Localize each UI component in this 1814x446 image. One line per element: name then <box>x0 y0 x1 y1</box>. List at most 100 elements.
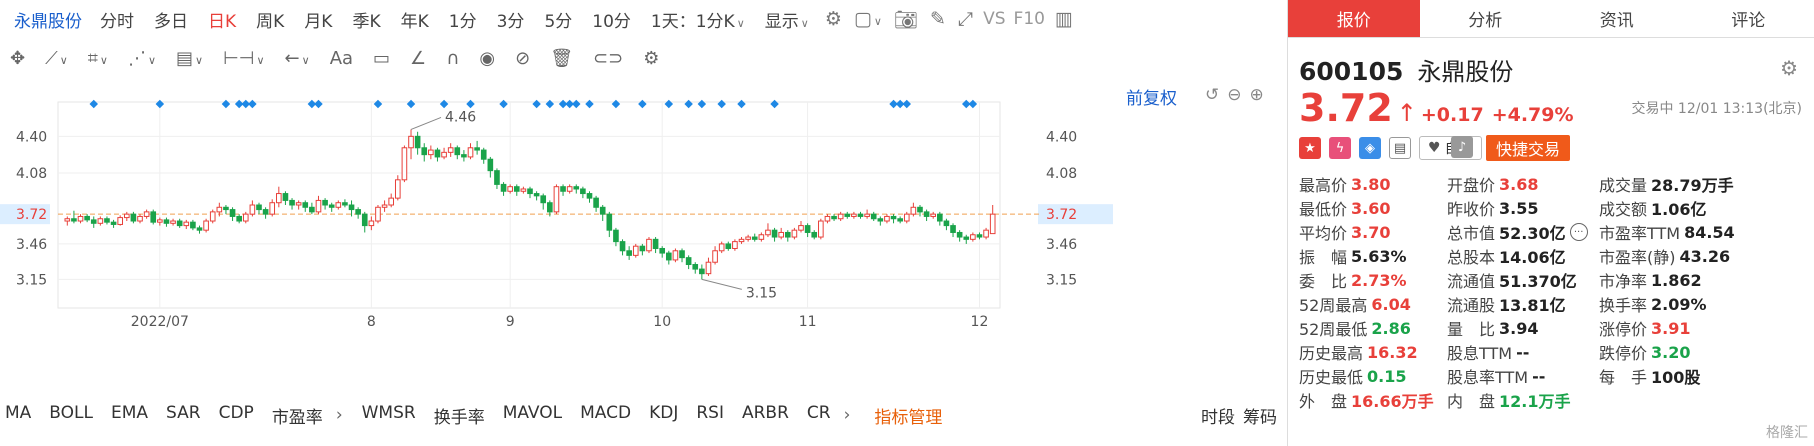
candle-body <box>209 211 216 222</box>
text-icon[interactable]: Aa <box>320 48 363 69</box>
candle-body <box>123 213 130 219</box>
display-menu[interactable]: 显示 ∨ <box>755 7 819 32</box>
event-marker <box>221 99 231 109</box>
indicator-item[interactable]: MA <box>0 403 44 428</box>
candle-body <box>943 220 950 227</box>
indicator-side-item[interactable]: 筹码 <box>1243 403 1277 428</box>
bell-icon[interactable]: ♪ <box>1451 136 1473 158</box>
period-tab[interactable]: 1分 <box>439 7 487 32</box>
candle-body <box>216 206 223 213</box>
period-tab[interactable]: 周K <box>246 7 294 32</box>
period-tab[interactable]: 年K <box>391 7 439 32</box>
eye-icon[interactable]: ◉ <box>469 48 505 69</box>
candle-body <box>547 202 553 213</box>
period-tab[interactable]: 月K <box>294 7 342 32</box>
candle-body <box>361 213 368 227</box>
indicator-item[interactable]: 市盈率 <box>267 403 336 428</box>
stock-name-link[interactable]: 永鼎股份 <box>0 7 90 32</box>
candle-body <box>837 213 844 220</box>
pen-icon[interactable]: ✎ <box>924 8 952 30</box>
indicator-side-item[interactable]: 时段 <box>1201 403 1235 428</box>
link-icon[interactable]: ⊂⊃ <box>583 48 633 69</box>
candle-body <box>930 213 937 217</box>
hide-icon[interactable]: ⊘ <box>505 48 540 69</box>
range-icon[interactable]: ⊢⊣ ∨ <box>213 48 274 69</box>
indicator-item[interactable]: MAVOL <box>498 403 575 428</box>
quote-label: 市盈率(静) <box>1599 248 1676 267</box>
candle-body <box>447 147 454 153</box>
indicator-item[interactable]: 换手率 <box>429 403 498 428</box>
indicator-item[interactable]: EMA <box>106 403 161 428</box>
notes-icon[interactable]: ▤ <box>1389 137 1411 159</box>
arrow-icon[interactable]: ← ∨ <box>275 48 320 69</box>
quote-tab[interactable]: 分析 <box>1420 0 1552 37</box>
square-icon[interactable]: ▢ ∨ <box>848 8 888 30</box>
polyline-icon[interactable]: ⋰ ∨ <box>118 48 166 69</box>
candle-body <box>196 227 203 231</box>
candle-body <box>606 213 613 231</box>
candle-body <box>507 186 513 192</box>
lightning-icon[interactable]: ϟ <box>1329 137 1351 159</box>
move-icon[interactable]: ✥ <box>0 48 35 69</box>
quote-panel: 报价 分析 资讯 评论 600105 永鼎股份 ⚙ 3.72 ↑ +0.17 +4.7… <box>1287 0 1814 446</box>
chevron-right-icon[interactable]: › <box>844 405 865 425</box>
chevron-down-icon: ∨ <box>736 16 745 30</box>
quote-value: 6.04 <box>1371 294 1411 314</box>
high-annotation-line <box>410 117 442 130</box>
period-tab[interactable]: 季K <box>342 7 390 32</box>
candle-body <box>983 229 989 238</box>
candle-body <box>725 243 732 249</box>
quote-tab[interactable]: 评论 <box>1683 0 1814 37</box>
period-tab[interactable]: 10分 <box>582 7 641 32</box>
camera-icon[interactable]: 📷︎ <box>888 8 924 31</box>
price-change-pct: +4.79% <box>1491 104 1574 126</box>
gear-icon[interactable]: ⚙ <box>819 8 848 30</box>
indicator-item[interactable]: SAR <box>161 403 214 428</box>
period-tab[interactable]: 5分 <box>534 7 582 32</box>
vs-button[interactable]: VS <box>979 9 1009 29</box>
indicator-item[interactable]: WMSR <box>357 403 429 428</box>
period-tab[interactable]: 多日 <box>144 7 198 32</box>
chevron-right-icon[interactable]: › <box>336 405 357 425</box>
indicator-manage-button[interactable]: 指标管理 <box>864 403 952 428</box>
line-icon[interactable]: ⟋ ∨ <box>35 48 78 69</box>
settings-icon[interactable]: ⚙ <box>633 48 669 69</box>
fib-icon[interactable]: ▤ ∨ <box>166 48 213 69</box>
panel-icon[interactable]: ▥ <box>1049 8 1079 30</box>
trash-icon[interactable]: 🗑︎ <box>540 48 583 69</box>
interval-select[interactable]: 1天：1分K ∨ <box>641 7 755 32</box>
quote-value: 2.09% <box>1651 294 1707 314</box>
candle-body <box>897 218 903 222</box>
indicator-item[interactable]: MACD <box>575 403 644 428</box>
candle-body <box>613 229 619 243</box>
event-marker <box>770 99 779 109</box>
price-change: +0.17 <box>1420 104 1484 126</box>
indicator-item[interactable]: KDJ <box>644 403 691 428</box>
comment-icon[interactable]: ▭ <box>363 48 400 69</box>
indicator-item[interactable]: BOLL <box>44 403 106 428</box>
quote-tab[interactable]: 报价 <box>1288 0 1420 37</box>
period-tab[interactable]: 3分 <box>487 7 535 32</box>
magnet-icon[interactable]: ∩ <box>436 48 469 69</box>
event-marker <box>664 99 674 109</box>
indicator-item[interactable]: ARBR <box>737 403 802 428</box>
indicator-item[interactable]: CR <box>802 403 844 428</box>
ray-icon[interactable]: ⌗ ∨ <box>78 48 118 69</box>
fullscreen-icon[interactable]: ⤢ <box>952 8 979 30</box>
quote-tab[interactable]: 资讯 <box>1551 0 1683 37</box>
f10-button[interactable]: F10 <box>1010 9 1049 29</box>
period-tab[interactable]: 分时 <box>90 7 144 32</box>
candle-body <box>778 231 784 238</box>
gear-icon[interactable]: ⚙ <box>1780 56 1798 80</box>
candle-body <box>77 215 84 222</box>
tag-icon[interactable]: ◈ <box>1359 137 1381 159</box>
indicator-item[interactable]: CDP <box>214 403 267 428</box>
quote-label: 历史最高 <box>1299 344 1364 363</box>
quick-trade-button[interactable]: 快捷交易 <box>1486 135 1571 161</box>
ruler-icon[interactable]: ∠ <box>400 48 436 69</box>
period-tab[interactable]: 日K <box>198 7 246 32</box>
indicator-item[interactable]: RSI <box>691 403 737 428</box>
candle-body <box>818 220 824 238</box>
more-icon[interactable]: ··· <box>1569 223 1588 241</box>
kline-chart[interactable]: 4.40 4.40 4.08 4.08 3.72 3.72 3.46 3.46 3.15 3.15… <box>0 80 1287 396</box>
